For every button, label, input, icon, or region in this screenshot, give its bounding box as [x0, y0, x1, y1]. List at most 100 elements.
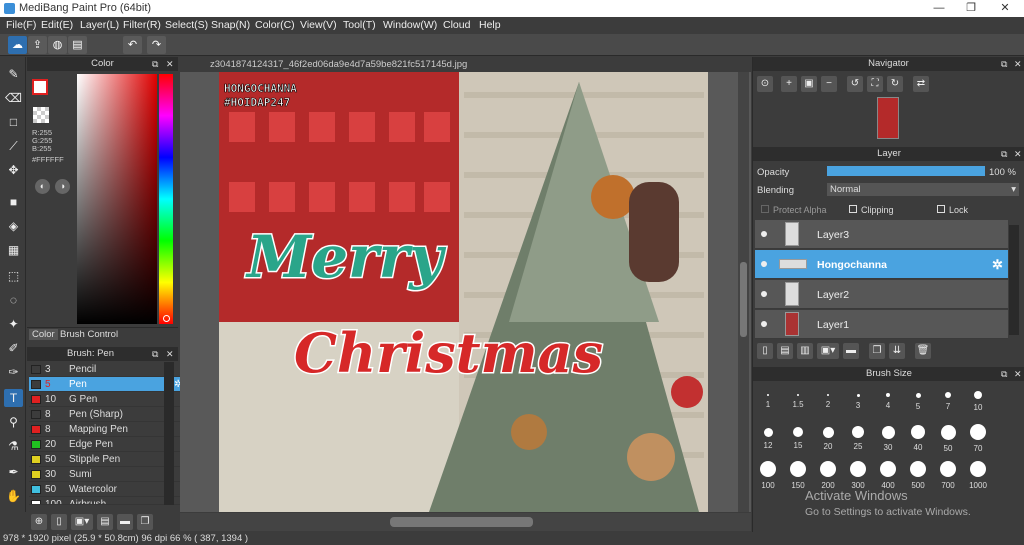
vertical-scroll-thumb[interactable] [740, 262, 747, 337]
fill-rect-tool-icon[interactable]: ■ [4, 193, 23, 211]
close-panel-icon[interactable]: ✕ [1014, 57, 1022, 71]
visibility-icon[interactable] [761, 321, 767, 327]
rectangle-tool-icon[interactable]: □ [4, 113, 23, 131]
hue-slider[interactable] [159, 74, 173, 324]
brush-size-option[interactable]: 70 [963, 424, 993, 458]
zoom-fit-icon[interactable]: ⊙ [757, 76, 773, 92]
canvas-horizontal-scrollbar[interactable] [180, 513, 751, 531]
select-rect-tool-icon[interactable]: ⬚ [4, 267, 23, 285]
brush-size-option[interactable]: 30 [873, 424, 903, 458]
comment-icon[interactable]: ◍ [48, 36, 67, 54]
layer-row[interactable]: Layer2 [755, 280, 1008, 309]
brush-size-option[interactable]: 1000 [963, 461, 993, 495]
tab-color[interactable]: Color [29, 329, 58, 340]
share-icon[interactable]: ⇪ [28, 36, 47, 54]
restore-button[interactable]: ❐ [954, 0, 988, 17]
menu-edit[interactable]: Edit(E) [41, 19, 73, 31]
visibility-icon[interactable] [761, 261, 767, 267]
brush-size-option[interactable]: 40 [903, 424, 933, 458]
add-layer-menu-icon[interactable]: ▣▾ [817, 343, 839, 359]
zoom-actual-icon[interactable]: ▣ [801, 76, 817, 92]
undock-icon[interactable]: ⧉ [152, 347, 158, 361]
brush-size-option[interactable]: 3 [843, 387, 873, 421]
undo-icon[interactable]: ↶ [123, 36, 142, 54]
brush-folder-icon[interactable]: ▬ [117, 514, 133, 530]
hue-handle[interactable] [163, 315, 170, 322]
brush-size-option[interactable]: 5 [903, 387, 933, 421]
fit-window-icon[interactable]: ⛶ [867, 76, 883, 92]
note-icon[interactable]: ▤ [68, 36, 87, 54]
menu-window[interactable]: Window(W) [383, 19, 437, 31]
undock-icon[interactable]: ⧉ [152, 57, 158, 71]
close-panel-icon[interactable]: ✕ [1014, 367, 1022, 381]
color-history-icon[interactable]: ◑ [55, 179, 70, 194]
close-panel-icon[interactable]: ✕ [166, 347, 174, 361]
duplicate-layer-icon[interactable]: ❐ [869, 343, 885, 359]
lock-checkbox[interactable]: Lock [937, 205, 968, 215]
menu-select[interactable]: Select(S) [165, 19, 208, 31]
new-8bit-layer-icon[interactable]: ▥ [797, 343, 813, 359]
new-layer-icon[interactable]: ▯ [757, 343, 773, 359]
close-button[interactable]: ✕ [988, 0, 1022, 17]
select-eraser-tool-icon[interactable]: ✑ [4, 363, 23, 381]
visibility-icon[interactable] [761, 291, 767, 297]
transparent-color-swatch[interactable] [33, 107, 49, 123]
folder-icon[interactable]: ▬ [843, 343, 859, 359]
gradient-tool-icon[interactable]: ▦ [4, 241, 23, 259]
menu-cloud[interactable]: Cloud [443, 19, 470, 31]
undock-icon[interactable]: ⧉ [1001, 57, 1007, 71]
menu-snap[interactable]: Snap(N) [211, 19, 250, 31]
brush-size-option[interactable]: 7 [933, 387, 963, 421]
brush-tool-icon[interactable]: ✎ [4, 65, 23, 83]
eyedropper-tool-icon[interactable]: ⚗ [4, 437, 23, 455]
brush-list-scrollbar[interactable] [164, 362, 174, 505]
close-panel-icon[interactable]: ✕ [166, 57, 174, 71]
document-tab[interactable]: z3041874124317_46f2ed06da9e4d7a59be821fc… [180, 57, 751, 72]
delete-layer-icon[interactable]: 🗑 [915, 343, 931, 359]
brush-new-icon[interactable]: ▯ [51, 514, 67, 530]
protect-alpha-checkbox[interactable]: Protect Alpha [761, 205, 827, 215]
horizontal-scroll-thumb[interactable] [390, 517, 533, 527]
menu-color[interactable]: Color(C) [255, 19, 295, 31]
menu-layer[interactable]: Layer(L) [80, 19, 119, 31]
layer-row[interactable]: Layer3 [755, 220, 1008, 249]
merge-layer-icon[interactable]: ⇊ [889, 343, 905, 359]
primary-color-swatch[interactable] [32, 79, 48, 95]
visibility-icon[interactable] [761, 231, 767, 237]
canvas-image[interactable]: HONGOCHANNA #HOIDAP247 Merry Christmas [219, 72, 708, 512]
brush-size-option[interactable]: 10 [963, 387, 993, 421]
minimize-button[interactable]: — [922, 0, 956, 17]
brush-settings-icon[interactable]: ▤ [97, 514, 113, 530]
bucket-tool-icon[interactable]: ◈ [4, 217, 23, 235]
brush-size-option[interactable]: 20 [813, 424, 843, 458]
brush-size-option[interactable]: 25 [843, 424, 873, 458]
saturation-value-picker[interactable] [77, 74, 157, 324]
line-tool-icon[interactable]: ⟋ [4, 137, 23, 155]
lasso-tool-icon[interactable]: ◌ [4, 291, 23, 309]
operation-tool-icon[interactable]: ⚲ [4, 413, 23, 431]
brush-size-option[interactable]: 12 [753, 424, 783, 458]
opacity-slider[interactable] [827, 166, 985, 176]
move-tool-icon[interactable]: ✥ [4, 161, 23, 179]
layer-list-scrollbar[interactable] [1009, 225, 1019, 335]
brush-size-option[interactable]: 15 [783, 424, 813, 458]
navigator-thumbnail[interactable] [877, 97, 899, 139]
menu-help[interactable]: Help [479, 19, 501, 31]
redo-icon[interactable]: ↷ [147, 36, 166, 54]
palette-icon[interactable]: ◐ [35, 179, 50, 194]
tab-brush-control[interactable]: Brush Control [57, 329, 121, 340]
clipping-checkbox[interactable]: Clipping [849, 205, 894, 215]
dropper-tool-icon[interactable]: ✒ [4, 463, 23, 481]
brush-size-option[interactable]: 2 [813, 387, 843, 421]
brush-size-option[interactable]: 4 [873, 387, 903, 421]
zoom-out-icon[interactable]: − [821, 76, 837, 92]
undock-icon[interactable]: ⧉ [1001, 367, 1007, 381]
flip-icon[interactable]: ⇄ [913, 76, 929, 92]
brush-add-icon[interactable]: ⊕ [31, 514, 47, 530]
canvas-vertical-scrollbar[interactable] [738, 72, 749, 512]
eraser-tool-icon[interactable]: ⌫ [4, 89, 23, 107]
select-pen-tool-icon[interactable]: ✐ [4, 339, 23, 357]
brush-duplicate-icon[interactable]: ❐ [137, 514, 153, 530]
text-tool-icon[interactable]: T [4, 389, 23, 407]
undock-icon[interactable]: ⧉ [1001, 147, 1007, 161]
